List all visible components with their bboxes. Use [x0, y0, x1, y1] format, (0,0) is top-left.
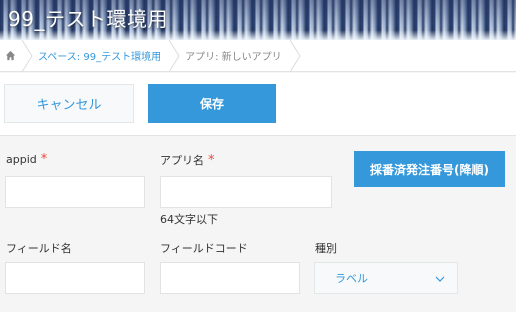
cancel-button[interactable]: キャンセル	[4, 84, 134, 123]
field-code-label: フィールドコード	[160, 242, 248, 255]
header-banner: 99_テスト環境用	[0, 0, 516, 40]
space-title: 99_テスト環境用	[8, 7, 168, 31]
breadcrumb-separator-icon	[288, 39, 302, 72]
field-name-label: フィールド名	[6, 242, 72, 255]
numbering-order-button[interactable]: 採番済発注番号(降順)	[354, 151, 505, 187]
breadcrumb: スペース: 99_テスト環境用 アプリ: 新しいアプリ	[0, 39, 516, 72]
breadcrumb-app-current: アプリ: 新しいアプリ	[185, 52, 282, 63]
breadcrumb-space-link[interactable]: スペース: 99_テスト環境用	[34, 48, 167, 63]
app-name-label: アプリ名 *	[160, 153, 215, 168]
appid-label: appid *	[6, 152, 48, 167]
breadcrumb-separator-icon	[20, 39, 34, 72]
app-name-input[interactable]	[160, 176, 332, 208]
required-mark: *	[208, 153, 215, 168]
appid-input[interactable]	[5, 176, 145, 208]
type-select[interactable]: ラベル	[314, 262, 458, 294]
app-name-hint: 64文字以下	[160, 213, 218, 226]
field-name-input[interactable]	[5, 262, 145, 294]
save-button[interactable]: 保存	[148, 84, 276, 123]
field-code-input[interactable]	[160, 262, 300, 294]
required-mark: *	[40, 152, 48, 167]
toolbar: キャンセル 保存	[0, 73, 516, 136]
type-select-value: ラベル	[335, 272, 368, 285]
breadcrumb-separator-icon	[167, 39, 181, 72]
home-icon[interactable]	[0, 40, 20, 72]
chevron-down-icon	[435, 276, 445, 282]
type-label: 種別	[315, 242, 337, 255]
